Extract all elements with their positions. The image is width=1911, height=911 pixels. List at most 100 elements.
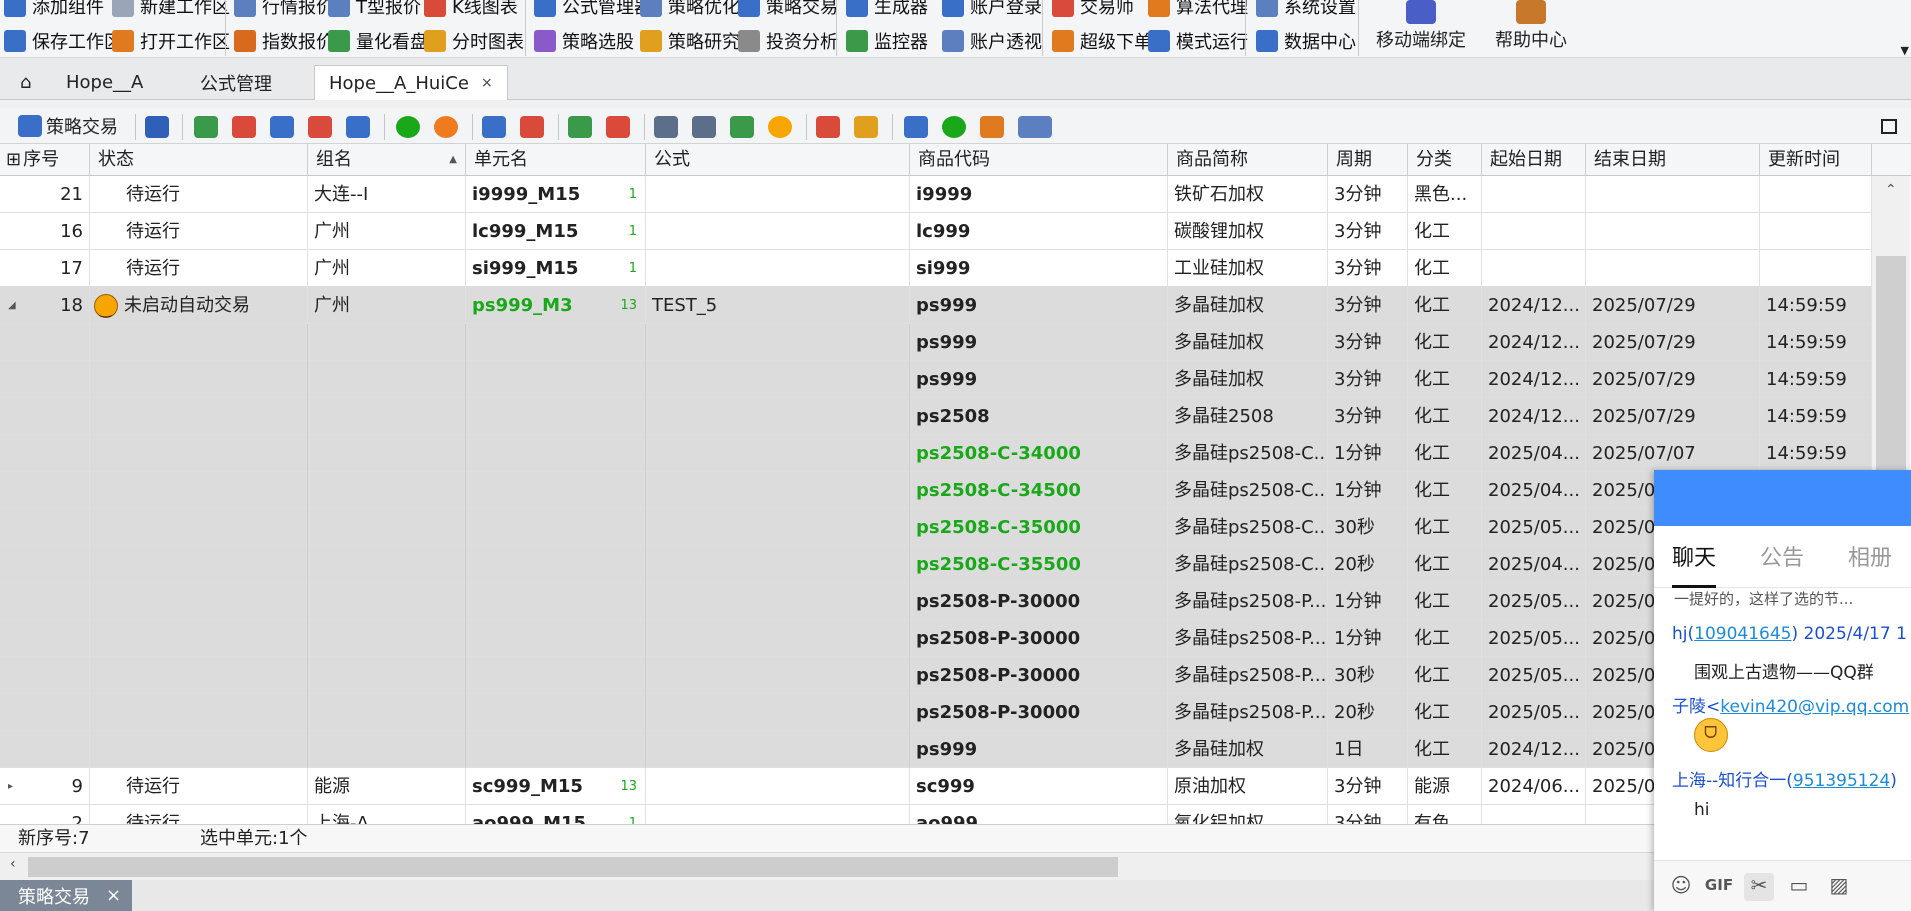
column-header-code[interactable]: 商品代码: [910, 144, 1168, 176]
system-settings-button[interactable]: 系统设置: [1256, 0, 1356, 20]
column-header-end-date[interactable]: 结束日期: [1586, 144, 1760, 176]
algo-agent-button[interactable]: 算法代理: [1148, 0, 1248, 20]
table-row[interactable]: ps2508-P-30000 多晶硅ps2508-P... 1分钟 化工 2025/05…: [0, 583, 1872, 620]
unlink-icon[interactable]: [606, 116, 630, 138]
heatmap-icon[interactable]: [854, 116, 878, 138]
tab-formula-manage[interactable]: 公式管理: [186, 65, 286, 100]
column-header-status[interactable]: 状态: [90, 144, 308, 176]
table-row[interactable]: ▸ 9 待运行 能源 sc999_M15 13 sc999 原油加权 3分钟 能源 2024/06.…: [0, 768, 1872, 805]
column-header-seq[interactable]: ⊞ 序号: [0, 144, 90, 176]
column-header-start-date[interactable]: 起始日期: [1482, 144, 1586, 176]
add-component-button[interactable]: 添加组件: [4, 0, 104, 20]
refresh-icon[interactable]: [942, 116, 966, 138]
table-row[interactable]: ps2508 多晶硅2508 3分钟 化工 2024/12... 2025/07/29 14…: [0, 398, 1872, 435]
link-icon[interactable]: [568, 116, 592, 138]
formula-manager-button[interactable]: 公式管理器: [534, 0, 652, 20]
t-quote-button[interactable]: T型报价: [328, 0, 421, 20]
monitor-button[interactable]: 监控器: [846, 27, 928, 55]
strategy-trade-button[interactable]: 策略交易: [18, 113, 118, 139]
open-workspace-button[interactable]: 打开工作区: [112, 27, 230, 55]
table-row[interactable]: 17 待运行 广州 si999_M15 1 si999 工业硅加权 3分钟 化工: [0, 250, 1872, 287]
strategy-trade-ribbon-button[interactable]: 策略交易: [738, 0, 838, 20]
table-row[interactable]: ps2508-C-35000 多晶硅ps2508-C... 30秒 化工 2025/05…: [0, 509, 1872, 546]
scrollbar-thumb[interactable]: [28, 857, 1118, 877]
account-login-button[interactable]: 账户登录: [942, 0, 1042, 20]
emoji-icon[interactable]: ☺: [1666, 873, 1696, 901]
kline-chart-button[interactable]: K线图表: [424, 0, 518, 20]
trader-button[interactable]: 交易师: [1052, 0, 1134, 20]
column-header-unit[interactable]: 单元名: [466, 144, 646, 176]
scissors-icon[interactable]: ✂: [1744, 873, 1774, 901]
smiley-icon[interactable]: [768, 116, 792, 138]
quote-button[interactable]: 行情报价: [234, 0, 334, 20]
table-row[interactable]: ◢18未启动自动交易广州ps999_M313TEST_5ps999多晶硅加权3分…: [0, 287, 1872, 324]
mobile-bind-button[interactable]: 移动端绑定: [1366, 0, 1476, 56]
home-tab[interactable]: ⌂: [6, 65, 45, 100]
generator-button[interactable]: 生成器: [846, 0, 928, 20]
table-row[interactable]: ps2508-C-34500 多晶硅ps2508-C... 1分钟 化工 2025/04…: [0, 472, 1872, 509]
link-dropdown-icon[interactable]: [1018, 116, 1052, 138]
super-order-button[interactable]: 超级下单: [1052, 27, 1152, 55]
table-row[interactable]: ps2508-P-30000 多晶硅ps2508-P... 20秒 化工 2025/05…: [0, 694, 1872, 731]
table-row[interactable]: ps999 多晶硅加权 3分钟 化工 2024/12... 2025/07/29 14:59…: [0, 324, 1872, 361]
save-workspace-button[interactable]: 保存工作区: [4, 27, 122, 55]
filter-icon[interactable]: [980, 116, 1004, 138]
new-workspace-button[interactable]: 新建工作区: [112, 0, 230, 20]
horizontal-scrollbar[interactable]: ‹: [0, 852, 1911, 880]
quant-board-button[interactable]: 量化看盘: [328, 27, 428, 55]
close-icon[interactable]: ×: [481, 75, 493, 91]
table-row[interactable]: ps2508-P-30000 多晶硅ps2508-P... 30秒 化工 2025/05…: [0, 657, 1872, 694]
tab-hope-a-huice[interactable]: Hope__A_HuiCe ×: [314, 65, 508, 100]
scroll-up-icon[interactable]: ⌃: [1885, 182, 1897, 198]
checklist-icon[interactable]: [145, 116, 169, 138]
gears-icon[interactable]: [692, 116, 716, 138]
maximize-icon[interactable]: [1881, 119, 1897, 134]
column-header-formula[interactable]: 公式: [646, 144, 910, 176]
scroll-left-icon[interactable]: ‹: [10, 856, 16, 872]
strategy-optimize-button[interactable]: 策略优化: [640, 0, 740, 20]
strategy-select-button[interactable]: 策略选股: [534, 27, 634, 55]
timeshare-chart-button[interactable]: 分时图表: [424, 27, 524, 55]
index-quote-button[interactable]: 指数报价: [234, 27, 334, 55]
table-row[interactable]: ps999 多晶硅加权 3分钟 化工 2024/12... 2025/07/29 14:59…: [0, 361, 1872, 398]
column-header-category[interactable]: 分类: [1408, 144, 1482, 176]
group-remove-icon[interactable]: [520, 116, 544, 138]
settings-list-icon[interactable]: [654, 116, 678, 138]
table-row[interactable]: 2 待运行 上海-A ao999_M15 1 ao999 氧化铝加权 3分钟 有色: [0, 805, 1872, 824]
investment-analysis-button[interactable]: 投资分析: [738, 27, 838, 55]
close-icon[interactable]: ×: [106, 885, 121, 906]
unit-run-icon[interactable]: [194, 116, 218, 138]
line-chart-icon[interactable]: [730, 116, 754, 138]
group-add-icon[interactable]: [482, 116, 506, 138]
table-row[interactable]: ps999 多晶硅加权 1日 化工 2024/12... 2025/0: [0, 731, 1872, 768]
column-header-period[interactable]: 周期: [1328, 144, 1408, 176]
table-row[interactable]: 16 待运行 广州 lc999_M15 1 lc999 碳酸锂加权 3分钟 化工: [0, 213, 1872, 250]
mode-run-button[interactable]: 模式运行: [1148, 27, 1248, 55]
column-header-updated-time[interactable]: 更新时间: [1760, 144, 1872, 176]
table-row[interactable]: ps2508-C-35500 多晶硅ps2508-C... 20秒 化工 2025/04…: [0, 546, 1872, 583]
export-icon[interactable]: [904, 116, 928, 138]
play-icon[interactable]: [396, 116, 420, 138]
data-center-button[interactable]: 数据中心: [1256, 27, 1356, 55]
table-row[interactable]: ps2508-C-34000 多晶硅ps2508-C... 1分钟 化工 2025/04…: [0, 435, 1872, 472]
candlestick-icon[interactable]: [816, 116, 840, 138]
chat-user-link[interactable]: 951395124: [1793, 771, 1890, 791]
image-icon[interactable]: ▨: [1824, 873, 1854, 901]
chat-email-link[interactable]: kevin420@vip.qq.com: [1720, 697, 1909, 717]
table-row[interactable]: ps2508-P-30000 多晶硅ps2508-P... 1分钟 化工 2025/05…: [0, 620, 1872, 657]
folder-icon[interactable]: ▭: [1784, 873, 1814, 901]
table-row[interactable]: 21 待运行 大连--I i9999_M15 1 i9999 铁矿石加权 3分钟 黑色...: [0, 176, 1872, 213]
tab-strategy-trade[interactable]: 策略交易 ×: [0, 880, 132, 911]
tab-hope-a[interactable]: Hope__A: [52, 65, 157, 100]
unlock-icon[interactable]: [346, 116, 370, 138]
tab-chat[interactable]: 聊天: [1672, 540, 1717, 588]
gif-icon[interactable]: GIF: [1704, 876, 1734, 904]
unit-stop-icon[interactable]: [232, 116, 256, 138]
column-header-group[interactable]: 组名 ▲: [308, 144, 466, 176]
ribbon-more-icon[interactable]: ▼: [1901, 44, 1909, 57]
lock-circle-icon[interactable]: [308, 116, 332, 138]
tab-announcement[interactable]: 公告: [1760, 540, 1804, 572]
stop-icon[interactable]: [434, 116, 458, 138]
account-view-button[interactable]: 账户透视: [942, 27, 1042, 55]
chat-user-link[interactable]: 109041645: [1694, 624, 1791, 644]
